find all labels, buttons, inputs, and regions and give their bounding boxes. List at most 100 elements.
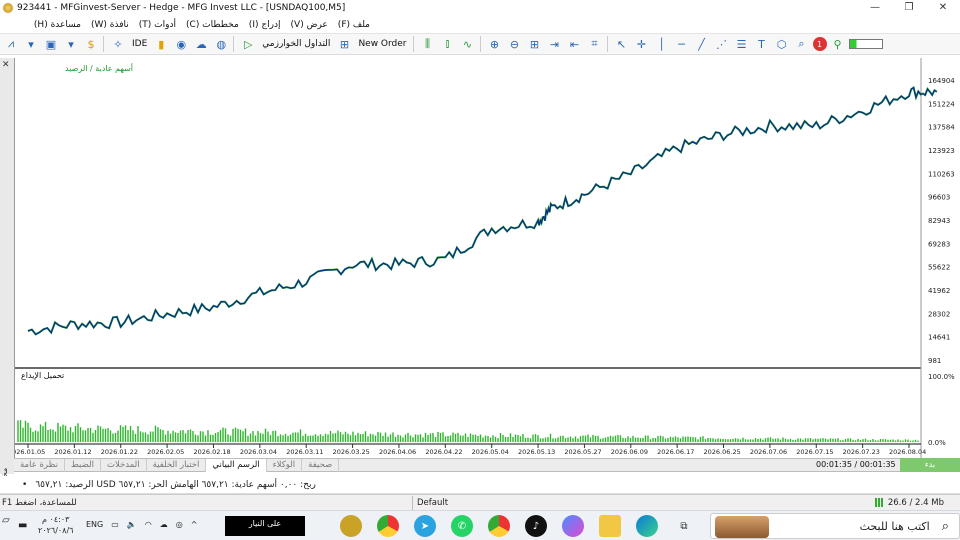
vps-icon[interactable]: ◍: [212, 35, 230, 53]
tab-backtest[interactable]: اختبار الخلفية: [147, 459, 207, 472]
hidden-icons-chevron-icon[interactable]: ^: [191, 520, 198, 529]
horizontal-line-icon[interactable]: ─: [673, 35, 691, 53]
menu-file[interactable]: ملف (F): [338, 20, 370, 30]
battery-icon[interactable]: ▭: [111, 520, 119, 529]
chat-icon[interactable]: ▬: [18, 520, 27, 531]
menu-charts[interactable]: مخططات (C): [186, 20, 239, 30]
search-icon[interactable]: ⌕: [793, 35, 811, 53]
file-explorer-icon[interactable]: [599, 515, 621, 537]
menu-tools[interactable]: أدوات (T): [139, 20, 176, 30]
chrome-icon[interactable]: [377, 515, 399, 537]
dropdown-icon[interactable]: ▾: [62, 35, 80, 53]
alert-badge[interactable]: 1: [812, 37, 827, 51]
vertical-line-icon[interactable]: │: [653, 35, 671, 53]
tab-graph[interactable]: الرسم البياني: [206, 459, 267, 472]
x-tick-label: 2026.03.25: [333, 448, 370, 456]
tools-icon[interactable]: ⋰: [713, 35, 731, 53]
crosshair-icon[interactable]: ✛: [633, 35, 651, 53]
separator: [103, 36, 104, 52]
tab-agents[interactable]: الوكلاء: [267, 459, 303, 472]
tab-inputs[interactable]: المدخلات: [101, 459, 147, 472]
x-tick-label: 2026.06.17: [657, 448, 694, 456]
clock[interactable]: ٠٤:٠٣ م ٢٠٢٦/٠٨/٦: [38, 514, 73, 536]
trendline-icon[interactable]: ╱: [693, 35, 711, 53]
restore-button[interactable]: ❐: [892, 0, 926, 16]
y-tick-label: 69283: [928, 240, 950, 248]
minimize-button[interactable]: —: [858, 0, 892, 16]
language-indicator[interactable]: ENG: [86, 520, 103, 529]
text-icon[interactable]: T: [753, 35, 771, 53]
equity-chart[interactable]: 164904 151224 137584 123923 110263 96603 82943…: [15, 58, 960, 458]
shift-icon[interactable]: ⇤: [566, 35, 584, 53]
coin-icon[interactable]: $: [82, 35, 100, 53]
chart-window-icon[interactable]: ▣: [42, 35, 60, 53]
cursor-icon[interactable]: ↖: [613, 35, 631, 53]
indicator-icon[interactable]: ⩘: [2, 35, 20, 53]
menu-window[interactable]: نافذة (W): [91, 20, 129, 30]
menu-help[interactable]: مساعدة (H): [34, 20, 81, 30]
x-tick-label: 2026.01.22: [101, 448, 138, 456]
tab-overview[interactable]: صحيفة: [302, 459, 340, 472]
tab-journal[interactable]: نظرة عامة: [14, 459, 65, 472]
shapes-icon[interactable]: ⬡: [773, 35, 791, 53]
algo-trading-button[interactable]: التداول الخوارزمي: [259, 35, 333, 53]
dropdown-icon[interactable]: ▾: [22, 35, 40, 53]
new-order-button[interactable]: New Order: [355, 35, 409, 53]
chart-area[interactable]: 164904 151224 137584 123923 110263 96603 82943…: [14, 58, 960, 458]
signal-icon[interactable]: ◉: [172, 35, 190, 53]
onedrive-icon[interactable]: ☁: [160, 520, 168, 529]
play-icon[interactable]: ▷: [239, 35, 257, 53]
tab-settings[interactable]: الضبط: [65, 459, 101, 472]
x-tick-label: 2026.01.12: [54, 448, 91, 456]
taskbar-search[interactable]: ⌕ اكتب هنا للبحث: [710, 513, 960, 539]
menu-insert[interactable]: إدراج (I): [249, 20, 281, 30]
elapsed-time: 00:01:35 / 00:01:35: [816, 460, 896, 469]
meet-icon[interactable]: ◎: [176, 520, 183, 529]
profile-name: Default: [417, 497, 449, 508]
x-tick-label: 2026.03.04: [240, 448, 277, 456]
autoscroll-icon[interactable]: ⇥: [546, 35, 564, 53]
separator: [233, 36, 235, 52]
sparkle-icon[interactable]: ✧: [109, 35, 127, 53]
task-view-icon[interactable]: ⧉: [673, 515, 695, 537]
y-tick-label: 41962: [928, 287, 950, 295]
zoom-out-icon[interactable]: ⊖: [506, 35, 524, 53]
new-order-icon[interactable]: ⊞: [335, 35, 353, 53]
chrome-profile-icon[interactable]: [488, 515, 510, 537]
candles-icon[interactable]: ⫾: [439, 35, 457, 53]
y-tick-label: 14641: [928, 334, 950, 342]
screenshot-icon[interactable]: ⌗: [586, 35, 604, 53]
copilot-icon[interactable]: [562, 515, 584, 537]
help-text: F1 للمساعدة، اضغط: [2, 497, 77, 508]
bag-icon[interactable]: ▮: [152, 35, 170, 53]
metatrader-icon[interactable]: [340, 515, 362, 537]
clock-date: ٢٠٢٦/٠٨/٦: [38, 526, 74, 535]
ide-button[interactable]: IDE: [129, 35, 150, 53]
equity-line: [27, 85, 938, 336]
volume-icon[interactable]: 🔈: [127, 520, 137, 529]
edge-icon[interactable]: [636, 515, 658, 537]
cloud-icon[interactable]: ☁: [192, 35, 210, 53]
tiktok-icon[interactable]: ♪: [525, 515, 547, 537]
channel-icon[interactable]: ☰: [733, 35, 751, 53]
bars-icon[interactable]: ⫼: [419, 35, 437, 53]
wifi-icon[interactable]: ◠: [145, 520, 152, 529]
news-widget[interactable]: على النيار: [225, 516, 305, 536]
grid-icon[interactable]: ⊞: [526, 35, 544, 53]
y-tick-label: 164904: [928, 77, 955, 85]
close-button[interactable]: ✕: [926, 0, 960, 16]
zoom-in-icon[interactable]: ⊕: [486, 35, 504, 53]
whatsapp-icon[interactable]: ✆: [451, 515, 473, 537]
window-title: 923441 - MFGinvest-Server - Hedge - MFG …: [17, 3, 346, 13]
y-tick-label: 151224: [928, 100, 955, 108]
telegram-icon[interactable]: ➤: [414, 515, 436, 537]
profile-icon[interactable]: ⚲: [829, 35, 847, 53]
line-chart-icon[interactable]: ∿: [459, 35, 477, 53]
close-icon[interactable]: ✕: [2, 60, 10, 70]
y-tick-label: 110263: [928, 170, 955, 178]
y-tick-label: 82943: [928, 217, 950, 225]
x-tick-label: 2026.03.11: [286, 448, 323, 456]
start-button[interactable]: بدء: [900, 458, 960, 472]
menu-view[interactable]: عرض (V): [291, 20, 328, 30]
notification-icon[interactable]: ▱: [2, 515, 10, 526]
